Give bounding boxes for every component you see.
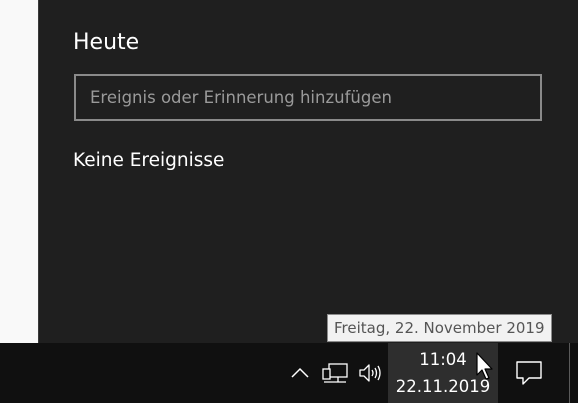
background-window bbox=[0, 0, 38, 343]
today-heading: Heute bbox=[73, 30, 140, 55]
calendar-flyout: Heute Keine Ereignisse bbox=[38, 0, 578, 343]
date-tooltip: Freitag, 22. November 2019 bbox=[327, 314, 552, 342]
mouse-cursor-icon bbox=[476, 352, 493, 380]
chevron-up-icon[interactable] bbox=[285, 343, 315, 403]
add-event-input[interactable] bbox=[74, 74, 542, 121]
action-center-icon[interactable] bbox=[505, 343, 553, 403]
network-icon[interactable] bbox=[320, 343, 350, 403]
volume-icon[interactable] bbox=[356, 343, 386, 403]
show-desktop-button[interactable] bbox=[569, 343, 578, 403]
no-events-label: Keine Ereignisse bbox=[73, 150, 225, 171]
